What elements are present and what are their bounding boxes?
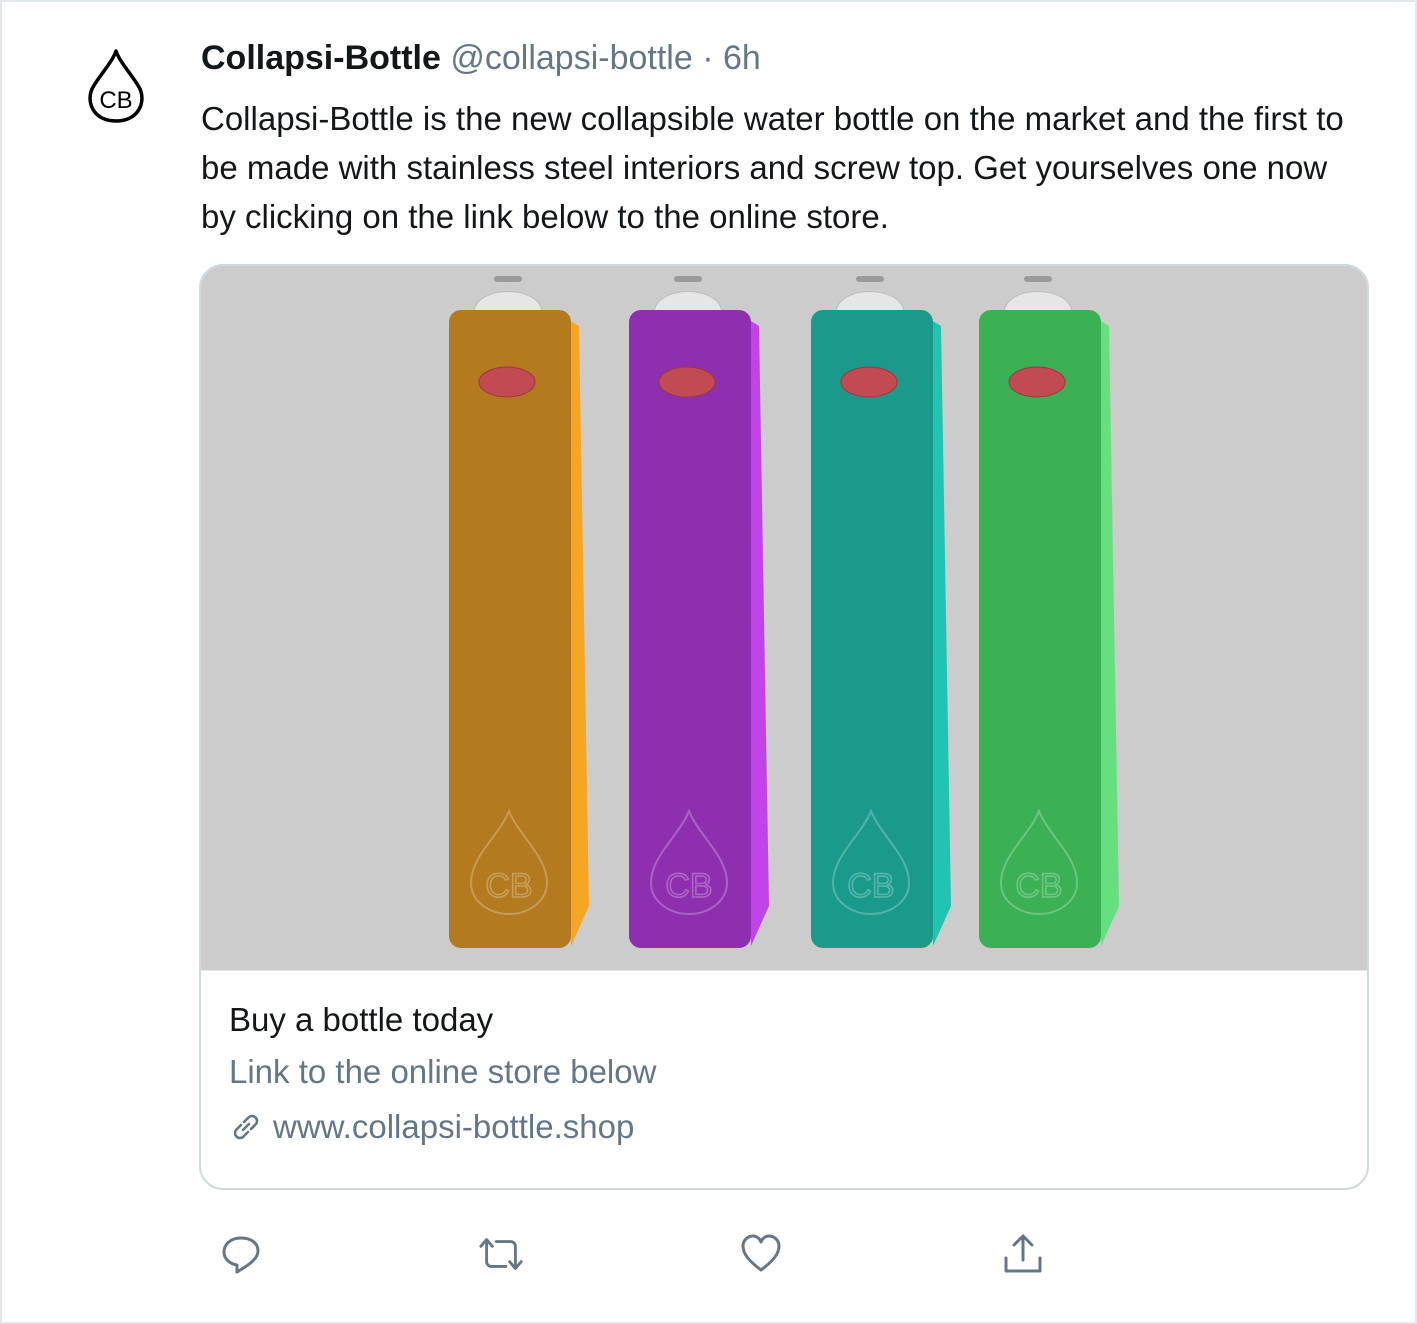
- collapsible-bottles-image: CB CB CB CB: [449, 276, 1119, 948]
- tweet-header: Collapsi-Bottle @collapsi-bottle · 6h: [201, 36, 761, 80]
- bottle: CB: [811, 276, 951, 948]
- separator-dot: ·: [702, 39, 714, 77]
- link-card[interactable]: CB CB CB CB Buy a bottle today Link to the …: [199, 264, 1369, 1190]
- tweet-text: Collapsi-Bottle is the new collapsible w…: [201, 100, 1344, 235]
- retweet-button[interactable]: [477, 1230, 525, 1278]
- share-icon: [1004, 1234, 1042, 1273]
- retweet-icon: [479, 1238, 523, 1270]
- bottle: CB: [979, 276, 1119, 948]
- card-divider: [201, 970, 1367, 971]
- like-button[interactable]: [737, 1230, 785, 1278]
- author-handle[interactable]: @collapsi-bottle: [450, 39, 692, 77]
- heart-icon: [741, 1234, 781, 1272]
- card-description: Link to the online store below: [229, 1053, 657, 1090]
- avatar[interactable]: CB: [84, 47, 148, 125]
- bottle-logo-text: CB: [485, 867, 532, 905]
- reply-button[interactable]: [217, 1230, 265, 1278]
- bottle-logo-text: CB: [847, 867, 894, 905]
- card-title: Buy a bottle today: [229, 1001, 494, 1038]
- cb-logo-icon: CB: [88, 49, 144, 123]
- link-icon: [233, 1114, 259, 1140]
- bottle: CB: [449, 276, 589, 948]
- share-button[interactable]: [999, 1230, 1047, 1278]
- card-image[interactable]: CB CB CB CB: [201, 266, 1367, 970]
- tweet-time[interactable]: 6h: [723, 39, 761, 77]
- bottle-logo-text: CB: [1015, 867, 1062, 905]
- tweet[interactable]: CB Collapsi-Bottle @collapsi-bottle · 6h…: [0, 0, 1417, 1324]
- reply-icon: [222, 1236, 260, 1274]
- bottle: CB: [629, 276, 769, 948]
- card-url[interactable]: www.collapsi-bottle.shop: [229, 1104, 634, 1150]
- tweet-actions: [217, 1230, 1077, 1282]
- avatar-text: CB: [99, 87, 132, 114]
- author-name[interactable]: Collapsi-Bottle: [201, 39, 441, 77]
- bottle-logo-text: CB: [665, 867, 712, 905]
- card-url-text[interactable]: www.collapsi-bottle.shop: [273, 1104, 634, 1150]
